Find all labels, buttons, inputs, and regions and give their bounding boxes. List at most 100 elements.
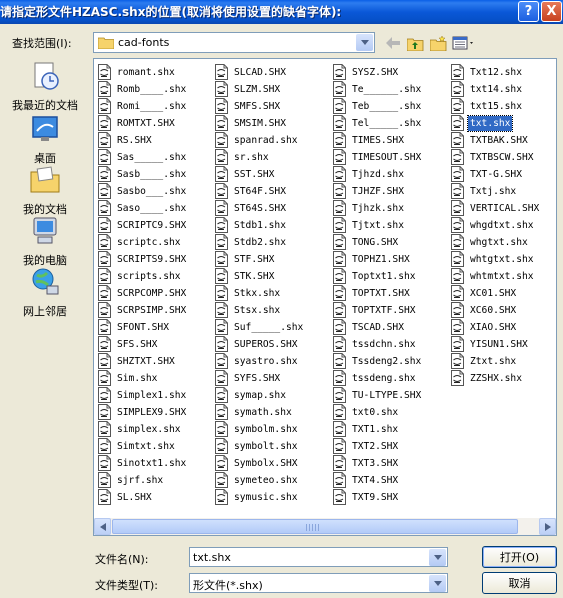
file-item-name: romant.shx: [117, 67, 175, 78]
file-item-name: scripts.shx: [117, 271, 181, 282]
shx-file-icon: [215, 455, 228, 471]
chevron-down-icon[interactable]: [429, 549, 446, 566]
file-item-name: SST.SHX: [234, 169, 275, 180]
shx-file-icon: [98, 200, 111, 216]
shx-file-icon: [333, 81, 346, 97]
file-type-value: 形文件(*.shx): [193, 579, 263, 592]
shx-file-icon: [98, 489, 111, 505]
shx-file-icon: [333, 251, 346, 267]
file-list[interactable]: romant.shx Romb____.shx Romi____.shx ROMTXT…: [93, 58, 557, 536]
shx-file-icon: [451, 132, 464, 148]
shx-file-icon: [98, 234, 111, 250]
file-item-name: RS.SHX: [117, 135, 152, 146]
file-item-name: spanrad.shx: [234, 135, 298, 146]
chevron-down-icon[interactable]: [429, 575, 446, 592]
file-item-name: VERTICAL.SHX: [470, 203, 540, 214]
file-item-name: txt15.shx: [470, 101, 522, 112]
shx-file-icon: [98, 217, 111, 233]
file-item-name: Txt12.shx: [470, 67, 522, 78]
shx-file-icon: [215, 149, 228, 165]
shx-file-icon: [98, 183, 111, 199]
shx-file-icon: [451, 149, 464, 165]
shx-file-icon: [98, 98, 111, 114]
file-item-name: Sasbo___.shx: [117, 186, 187, 197]
look-in-combo[interactable]: cad-fonts: [93, 32, 375, 53]
shx-file-icon: [333, 438, 346, 454]
chevron-down-icon[interactable]: [356, 34, 373, 51]
file-item-name: ROMTXT.SHX: [117, 118, 175, 129]
close-button[interactable]: X: [541, 1, 562, 22]
help-button[interactable]: ?: [518, 1, 539, 22]
file-item-name: SHZTXT.SHX: [117, 356, 175, 367]
cancel-button[interactable]: 取消: [482, 572, 557, 594]
file-name-input[interactable]: txt.shx: [189, 547, 448, 567]
file-item-name: Sasb____.shx: [117, 169, 187, 180]
shx-file-icon: [333, 217, 346, 233]
shx-file-icon: [98, 251, 111, 267]
file-type-select[interactable]: 形文件(*.shx): [189, 573, 448, 593]
views-menu-icon[interactable]: [451, 33, 477, 53]
shx-file-icon: [215, 183, 228, 199]
shx-file-icon: [98, 421, 111, 437]
places-bar: 我最近的文档 桌面 我的文档 我的电脑 网上邻居: [2, 60, 88, 324]
file-name-value: txt.shx: [193, 551, 231, 564]
shx-file-icon: [451, 217, 464, 233]
shx-file-icon: [215, 489, 228, 505]
file-item-name: txt14.shx: [470, 84, 522, 95]
file-item-name: symath.shx: [234, 407, 292, 418]
new-folder-icon[interactable]: [428, 33, 448, 53]
place-my-computer[interactable]: 我的电脑: [2, 215, 88, 268]
shx-file-icon: [98, 387, 111, 403]
shx-file-icon: [333, 404, 346, 420]
shx-file-icon: [215, 64, 228, 80]
place-desktop[interactable]: 桌面: [2, 113, 88, 166]
file-item-name: scriptc.shx: [117, 237, 181, 248]
file-item-name: Tjhzk.shx: [352, 203, 404, 214]
file-name-label: 文件名(N):: [95, 553, 149, 566]
file-item-name: SL.SHX: [117, 492, 152, 503]
place-my-documents[interactable]: 我的文档: [2, 164, 88, 217]
shx-file-icon: [333, 472, 346, 488]
scroll-thumb[interactable]: [112, 519, 518, 534]
shx-file-icon: [98, 370, 111, 386]
file-item-name: whtmtxt.shx: [470, 271, 534, 282]
folder-icon: [98, 37, 114, 49]
scroll-right-button[interactable]: [539, 518, 556, 535]
file-item-name: XC60.SHX: [470, 305, 517, 316]
shx-file-icon: [215, 217, 228, 233]
file-item-name: TOPTXTF.SHX: [352, 305, 416, 316]
file-item-name: SCRPCOMP.SHX: [117, 288, 187, 299]
shx-file-icon: [333, 64, 346, 80]
shx-file-icon: [333, 455, 346, 471]
shx-file-icon: [451, 81, 464, 97]
shx-file-icon: [451, 64, 464, 80]
back-icon[interactable]: [383, 33, 403, 53]
place-network[interactable]: 网上邻居: [2, 266, 88, 319]
shx-file-icon: [215, 81, 228, 97]
shx-file-icon: [451, 302, 464, 318]
dialog-title: 请指定形文件HZASC.shx的位置(取消将使用设置的缺省字体):: [0, 5, 342, 19]
shx-file-icon: [451, 115, 464, 131]
shx-file-icon: [333, 489, 346, 505]
place-recent[interactable]: 我最近的文档: [2, 60, 88, 113]
file-item-name: Romi____.shx: [117, 101, 187, 112]
shx-file-icon: [333, 166, 346, 182]
open-button[interactable]: 打开(O): [482, 546, 557, 568]
file-item-name: SMFS.SHX: [234, 101, 281, 112]
shx-file-icon: [215, 268, 228, 284]
file-item-name: TXT-G.SHX: [470, 169, 522, 180]
up-folder-icon[interactable]: [405, 33, 425, 53]
shx-file-icon: [215, 115, 228, 131]
horizontal-scrollbar[interactable]: [94, 518, 556, 535]
file-item-name: Stdb2.shx: [234, 237, 286, 248]
scroll-left-button[interactable]: [94, 518, 111, 535]
shx-file-icon: [215, 200, 228, 216]
file-item-name: whgdtxt.shx: [470, 220, 534, 231]
shx-file-icon: [451, 319, 464, 335]
title-bar: 请指定形文件HZASC.shx的位置(取消将使用设置的缺省字体): ? X: [0, 0, 563, 24]
file-item-name: STK.SHX: [234, 271, 275, 282]
file-item-name: SYFS.SHX: [234, 373, 281, 384]
file-item-name: Simtxt.shx: [117, 441, 175, 452]
file-item-name: TIMES.SHX: [352, 135, 404, 146]
shx-file-icon: [333, 98, 346, 114]
